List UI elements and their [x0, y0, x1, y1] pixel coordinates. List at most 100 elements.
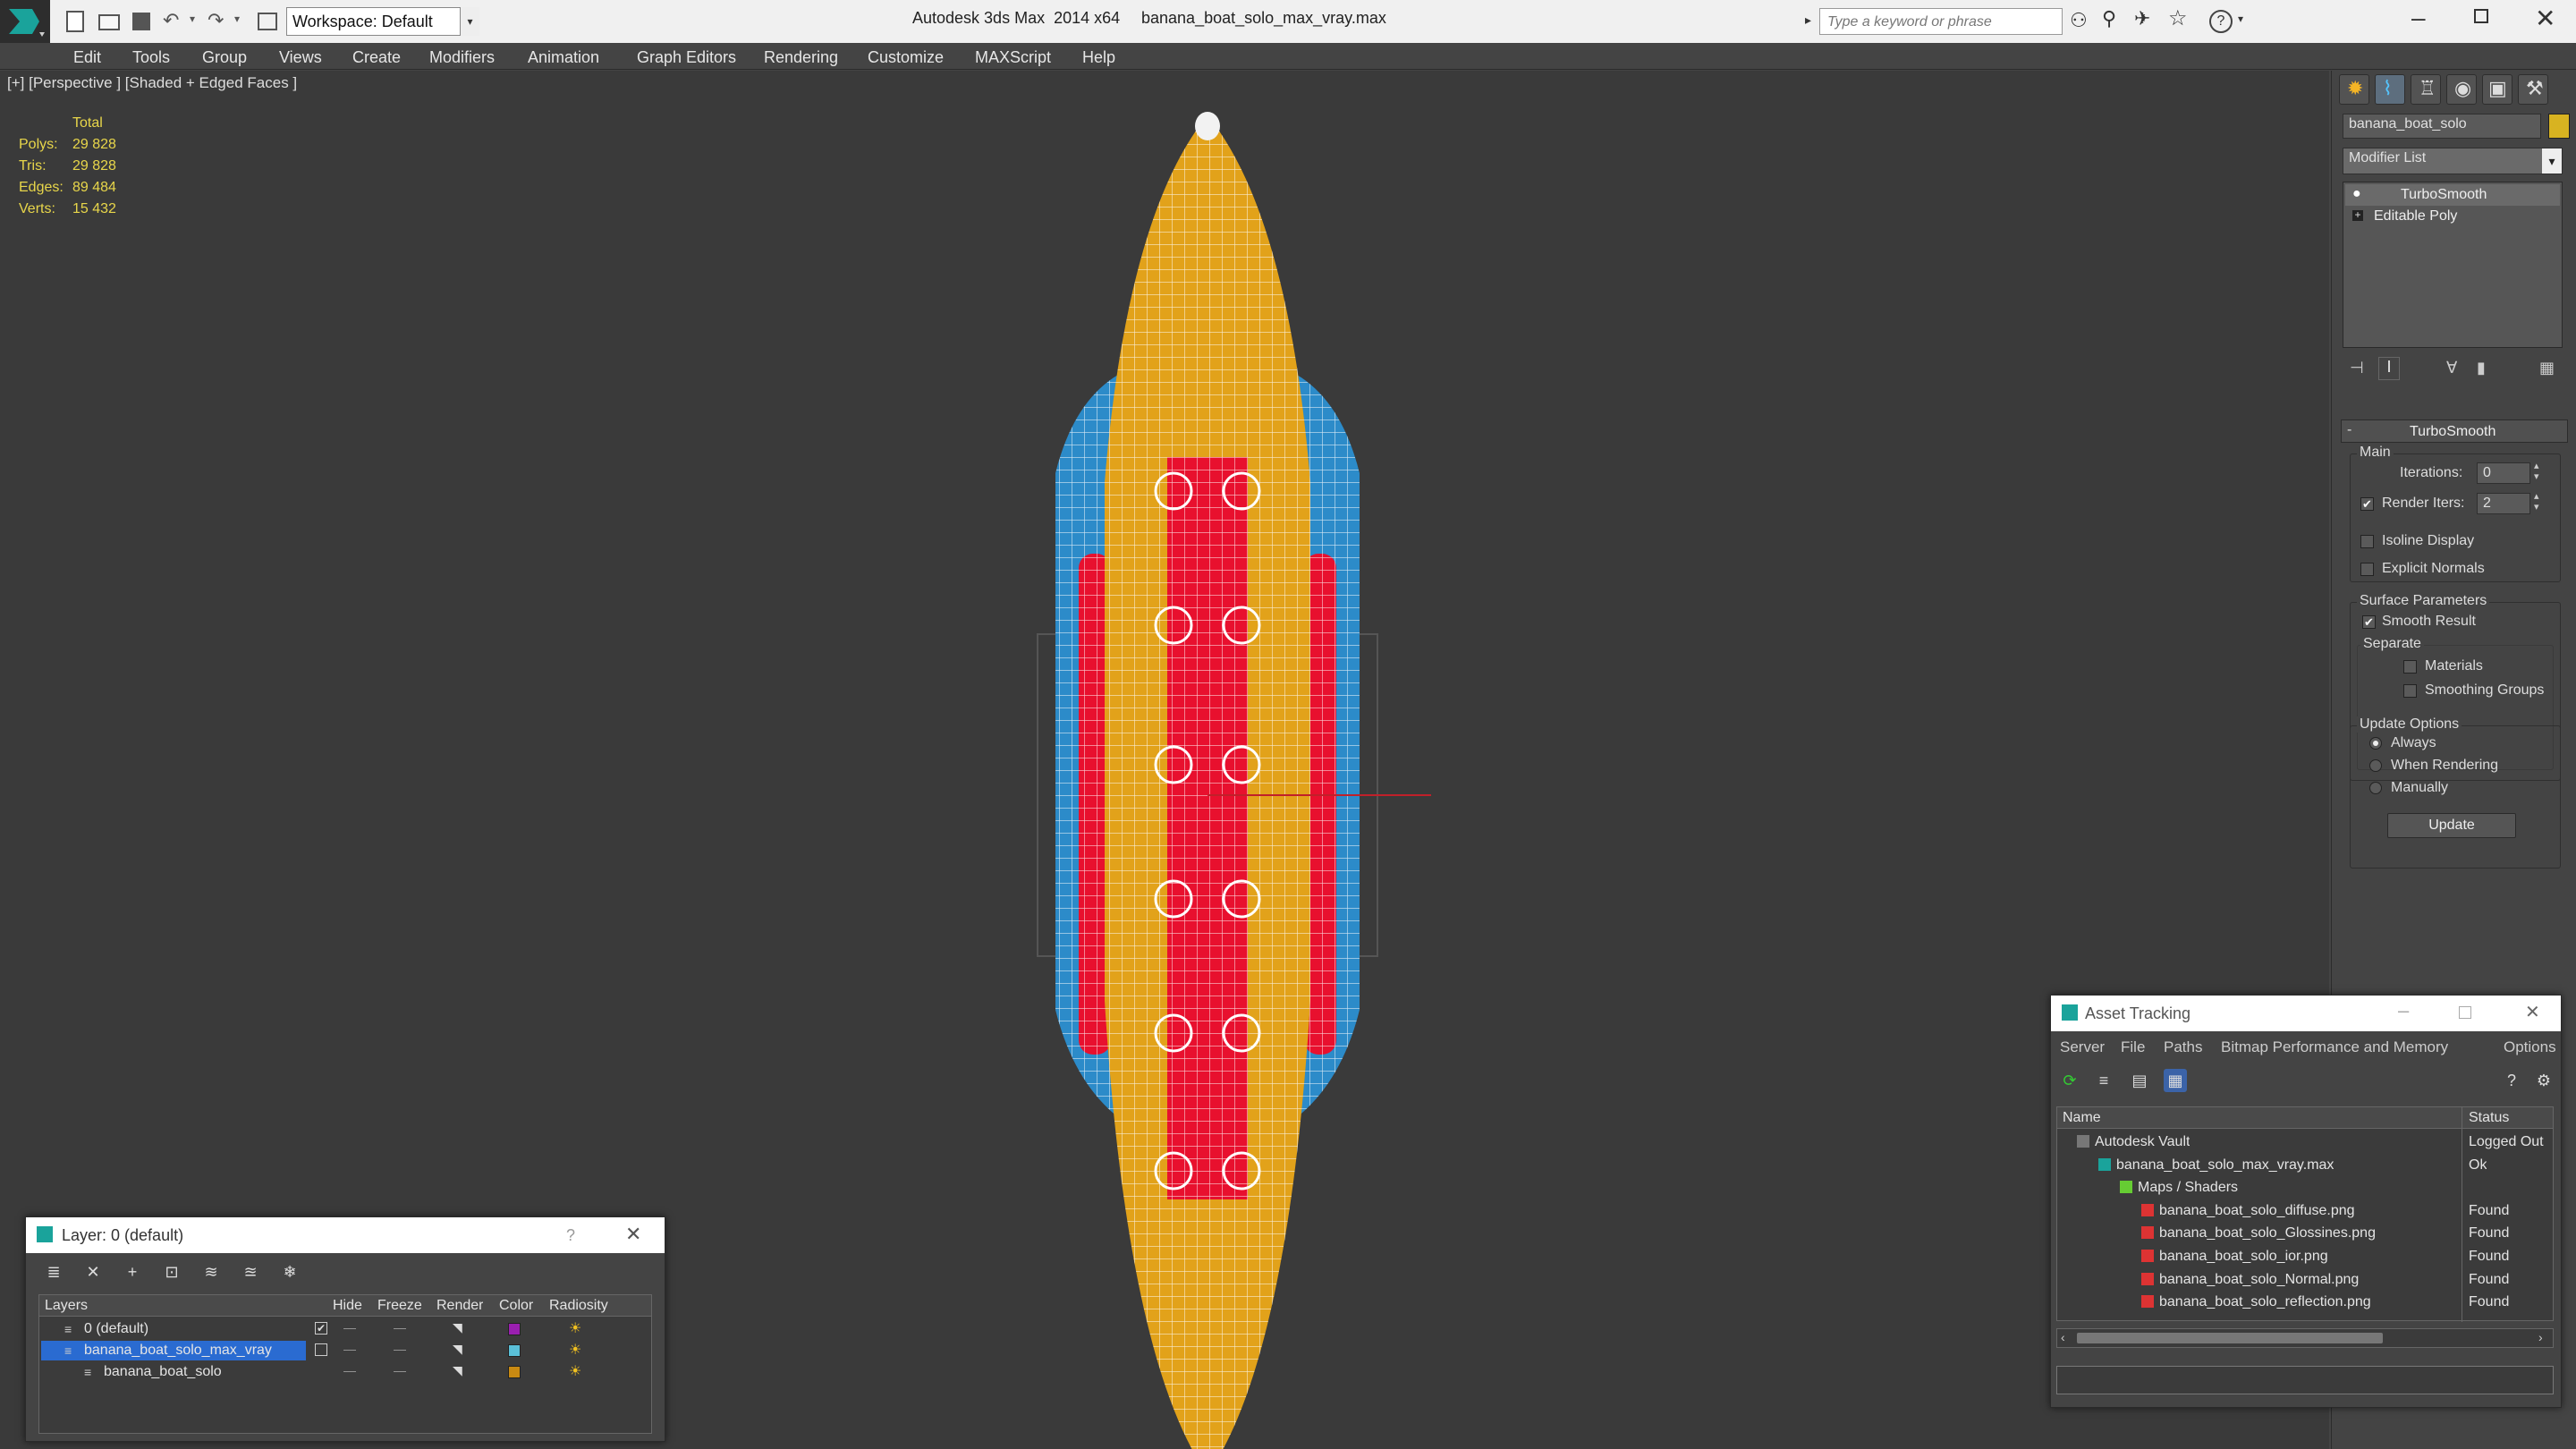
minimize-icon[interactable]: – — [2411, 4, 2426, 32]
manually-radio[interactable] — [2369, 782, 2382, 794]
infocenter-expand-icon[interactable]: ▸ — [1805, 13, 1811, 28]
freeze-toggle-icon[interactable]: — — [394, 1363, 406, 1377]
menu-edit[interactable]: Edit — [73, 48, 101, 67]
col-status[interactable]: Status — [2469, 1110, 2509, 1126]
asset-row[interactable]: banana_boat_solo_diffuse.png Found — [2057, 1199, 2553, 1222]
layer-dialog-help-button[interactable]: ? — [566, 1226, 575, 1245]
new-file-icon[interactable] — [66, 11, 84, 32]
radiosity-icon[interactable]: ☀ — [569, 1362, 581, 1380]
layer-color-swatch[interactable] — [508, 1323, 521, 1335]
spinner-arrows-icon[interactable]: ▴ ▾ — [2534, 461, 2539, 482]
asset-menu-paths[interactable]: Paths — [2164, 1038, 2202, 1056]
col-layers[interactable]: Layers — [45, 1298, 88, 1314]
save-file-icon[interactable] — [132, 13, 150, 30]
close-icon[interactable]: ✕ — [625, 1223, 641, 1246]
stack-item-editable-poly[interactable]: + Editable Poly — [2345, 206, 2560, 227]
explicit-normals-checkbox[interactable] — [2360, 563, 2374, 576]
layer-row[interactable]: ≡ banana_boat_solo — — ◥ ☀ — [39, 1361, 651, 1383]
scrollbar-thumb[interactable] — [2077, 1333, 2383, 1343]
layer-name-cell[interactable]: ≡ 0 (default) — [41, 1319, 306, 1339]
open-file-icon[interactable] — [98, 14, 120, 30]
layer-row[interactable]: ≡ banana_boat_solo_max_vray — — ◥ ☀ — [39, 1340, 651, 1361]
menu-views[interactable]: Views — [279, 48, 322, 67]
highlight-layer-icon[interactable]: ≋ — [199, 1260, 223, 1284]
show-end-result-icon[interactable]: Ι — [2378, 357, 2400, 380]
menu-create[interactable]: Create — [352, 48, 401, 67]
pin-stack-icon[interactable]: ⊣ — [2350, 359, 2364, 377]
help-dropdown-icon[interactable]: ▾ — [2238, 13, 2243, 25]
table-view-icon[interactable]: ▦ — [2164, 1069, 2187, 1092]
close-icon[interactable]: ✕ — [2535, 4, 2555, 33]
menu-graph-editors[interactable]: Graph Editors — [637, 48, 736, 67]
menu-animation[interactable]: Animation — [528, 48, 599, 67]
close-icon[interactable]: ✕ — [2525, 1001, 2540, 1023]
maximize-icon[interactable] — [2459, 1006, 2471, 1019]
binoculars-icon[interactable]: ⚇ — [2070, 9, 2088, 32]
asset-row[interactable]: banana_boat_solo_Normal.png Found — [2057, 1268, 2553, 1291]
redo-icon[interactable]: ↷ — [208, 9, 224, 32]
menu-help[interactable]: Help — [1082, 48, 1115, 67]
menu-modifiers[interactable]: Modifiers — [429, 48, 495, 67]
undo-dropdown-icon[interactable]: ▾ — [190, 13, 195, 25]
configure-sets-icon[interactable]: ▦ — [2539, 359, 2555, 377]
asset-menu-bitmap-performance[interactable]: Bitmap Performance and Memory — [2221, 1038, 2448, 1056]
app-logo-button[interactable] — [0, 0, 50, 43]
col-hide[interactable]: Hide — [333, 1298, 362, 1314]
layer-name-cell[interactable]: ≡ banana_boat_solo_max_vray — [41, 1341, 306, 1360]
lightbulb-icon[interactable]: ● — [2352, 186, 2361, 202]
list-view-icon[interactable]: ≡ — [2092, 1069, 2115, 1092]
hide-toggle-icon[interactable]: — — [343, 1363, 356, 1377]
object-name-field[interactable]: banana_boat_solo — [2343, 114, 2541, 139]
minimize-icon[interactable]: – — [2398, 999, 2409, 1022]
asset-menu-options[interactable]: Options — [2504, 1038, 2556, 1056]
asset-menu-server[interactable]: Server — [2060, 1038, 2105, 1056]
refresh-icon[interactable]: ⟳ — [2058, 1069, 2081, 1092]
create-layer-icon[interactable]: ≣ — [42, 1260, 65, 1284]
delete-layer-icon[interactable]: ✕ — [81, 1260, 105, 1284]
settings-icon[interactable]: ⚙ — [2532, 1069, 2555, 1092]
horizontal-scrollbar[interactable]: ‹ › — [2056, 1328, 2554, 1348]
remove-modifier-icon[interactable]: ▮ — [2477, 359, 2486, 377]
hide-all-layers-icon[interactable]: ≊ — [239, 1260, 262, 1284]
col-freeze[interactable]: Freeze — [377, 1298, 422, 1314]
layer-color-swatch[interactable] — [508, 1366, 521, 1378]
search-input[interactable]: Type a keyword or phrase — [1819, 8, 2063, 35]
menu-rendering[interactable]: Rendering — [764, 48, 838, 67]
modify-tab-icon[interactable]: ⌇ — [2375, 74, 2405, 105]
always-radio[interactable] — [2369, 737, 2382, 750]
help-icon[interactable]: ? — [2500, 1069, 2523, 1092]
undo-icon[interactable]: ↶ — [163, 9, 179, 32]
workspace-dropdown[interactable]: Workspace: Default ▾ — [286, 7, 479, 36]
render-iters-checkbox[interactable]: ✔ — [2360, 497, 2374, 511]
select-objects-icon[interactable]: ⊡ — [160, 1260, 183, 1284]
asset-row[interactable]: banana_boat_solo_reflection.png Found — [2057, 1291, 2553, 1313]
expand-plus-icon[interactable]: + — [2352, 209, 2363, 221]
asset-row[interactable]: banana_boat_solo_ior.png Found — [2057, 1245, 2553, 1267]
object-color-swatch[interactable] — [2548, 114, 2570, 139]
col-radiosity[interactable]: Radiosity — [549, 1298, 608, 1314]
menu-group[interactable]: Group — [202, 48, 247, 67]
render-iters-spinner[interactable]: 2 — [2477, 493, 2530, 514]
render-toggle-icon[interactable]: ◥ — [453, 1342, 462, 1357]
modifier-stack[interactable]: ● TurboSmooth + Editable Poly — [2343, 182, 2563, 348]
motion-tab-icon[interactable]: ◉ — [2446, 74, 2477, 105]
current-layer-toggle[interactable]: ✔ — [315, 1322, 327, 1335]
col-color[interactable]: Color — [499, 1298, 533, 1314]
materials-checkbox[interactable] — [2403, 660, 2417, 674]
col-render[interactable]: Render — [436, 1298, 483, 1314]
scroll-left-icon[interactable]: ‹ — [2061, 1330, 2065, 1344]
communication-center-icon[interactable]: ✈ — [2134, 7, 2150, 30]
hide-toggle-icon[interactable]: — — [343, 1342, 356, 1356]
turbosmooth-rollout-header[interactable]: - TurboSmooth — [2341, 419, 2568, 443]
maximize-icon[interactable] — [2474, 9, 2488, 23]
layer-name-cell[interactable]: ≡ banana_boat_solo — [41, 1362, 306, 1382]
workspace-dropdown-arrow[interactable]: ▾ — [460, 7, 479, 36]
isoline-display-checkbox[interactable] — [2360, 535, 2374, 548]
asset-row[interactable]: Autodesk Vault Logged Out — [2057, 1131, 2553, 1153]
update-button[interactable]: Update — [2387, 813, 2516, 838]
when-rendering-radio[interactable] — [2369, 759, 2382, 772]
layer-row[interactable]: ≡ 0 (default) ✔ — — ◥ ☀ — [39, 1318, 651, 1340]
create-tab-icon[interactable]: ✹ — [2339, 74, 2369, 105]
utilities-tab-icon[interactable]: ⚒ — [2518, 74, 2548, 105]
freeze-toggle-icon[interactable]: — — [394, 1320, 406, 1335]
